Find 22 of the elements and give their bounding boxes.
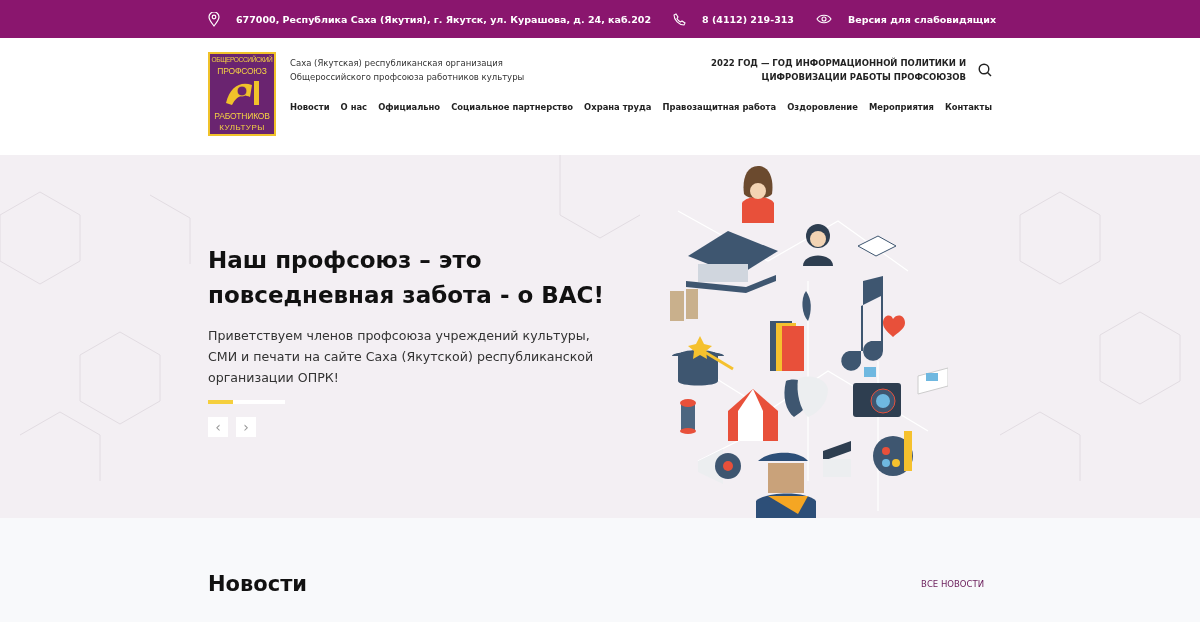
all-news-link[interactable]: ВСЕ НОВОСТИ — [921, 579, 984, 589]
nav-link[interactable]: Контакты — [944, 102, 992, 112]
announcement-text: 2022 ГОД — ГОД ИНФОРМАЦИОННОЙ ПОЛИТИКИ И ЦИФРОВИЗАЦИИ РАБОТЫ ПРОФСОЮЗОВ — [711, 56, 966, 84]
search-icon[interactable] — [978, 63, 992, 77]
phone-icon — [673, 12, 686, 26]
eye-icon — [815, 14, 832, 24]
nav-link[interactable]: Официально — [378, 102, 441, 112]
hero-title: Наш профсоюз – это повседневная забота - о ВАС! — [208, 246, 605, 310]
nav-link[interactable]: Новости — [290, 102, 330, 112]
news-heading: Новости — [208, 572, 308, 596]
nav-link[interactable]: Правозащитная работа — [662, 102, 777, 112]
nav-link[interactable]: Оздоровление — [787, 102, 858, 112]
nav-link[interactable]: О нас — [340, 102, 368, 112]
phone-number[interactable]: 8 (4112) 219-313 — [702, 13, 794, 25]
organization-name: Саха (Якутская) республиканская организация Общероссийского профсоюза работников культуры — [290, 57, 525, 84]
nav-link[interactable]: Социальное партнерство — [451, 102, 574, 112]
nav-link[interactable]: Мероприятия — [869, 102, 934, 112]
location-pin-icon — [208, 11, 220, 27]
address-text: 677000, Республика Саха (Якутия), г. Якутск, ул. Курашова, д. 24, каб.202 — [236, 13, 651, 25]
hero-text: Приветствуем членов профсоюза учреждений культуры, СМИ и печати на сайте Саха (Якутской) республиканской организации ОПРК! — [208, 327, 595, 387]
accessibility-link[interactable]: Версия для слабовидящих — [847, 13, 997, 25]
nav-link[interactable]: Охрана труда — [584, 102, 652, 112]
